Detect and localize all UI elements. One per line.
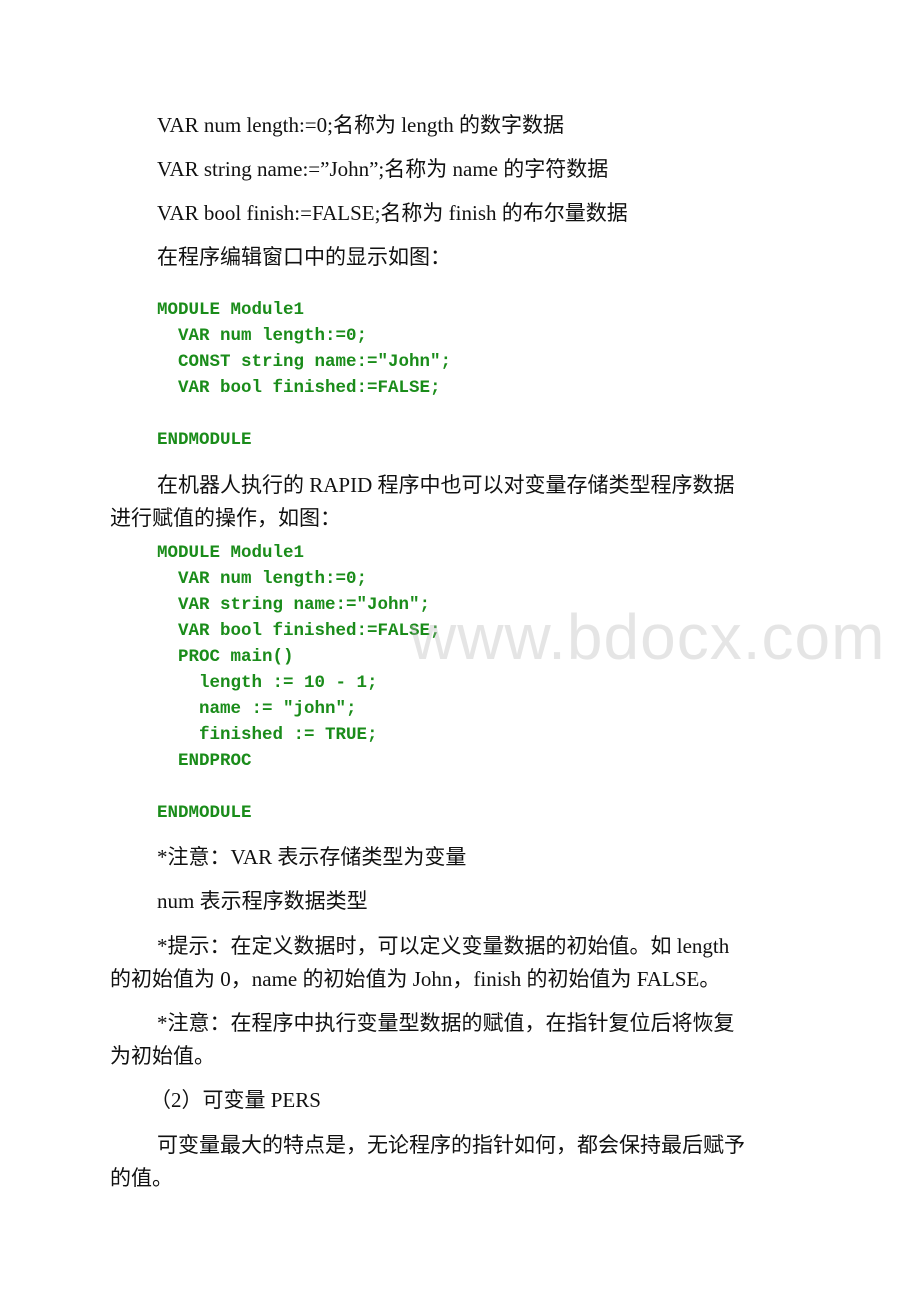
code-line: VAR bool finished:=FALSE; bbox=[157, 378, 441, 398]
code-line: CONST string name:="John"; bbox=[157, 352, 452, 372]
paragraph-rapid-assign-2: 进行赋值的操作，如图： bbox=[110, 506, 341, 530]
paragraph-pers-1: 可变量最大的特点是，无论程序的指针如何，都会保持最后赋予 bbox=[157, 1133, 745, 1157]
section-heading-pers: （2）可变量 PERS bbox=[150, 1088, 321, 1112]
code-line: finished := TRUE; bbox=[157, 725, 378, 745]
note-num-type: num 表示程序数据类型 bbox=[157, 889, 368, 913]
code-line: name := "john"; bbox=[157, 699, 357, 719]
paragraph-pers-2: 的值。 bbox=[110, 1166, 173, 1190]
code-line: MODULE Module1 bbox=[157, 543, 305, 563]
paragraph-var-bool: VAR bool finish:=FALSE;名称为 finish 的布尔量数据 bbox=[157, 201, 628, 225]
paragraph-var-num: VAR num length:=0;名称为 length 的数字数据 bbox=[157, 113, 564, 137]
code-line: VAR num length:=0; bbox=[157, 569, 368, 589]
document-page: VAR num length:=0;名称为 length 的数字数据 VAR s… bbox=[0, 0, 920, 1302]
note-reset-2: 为初始值。 bbox=[110, 1044, 215, 1068]
code-line: ENDMODULE bbox=[157, 430, 252, 450]
code-line: VAR string name:="John"; bbox=[157, 595, 431, 615]
code-line: VAR num length:=0; bbox=[157, 326, 368, 346]
code-line: PROC main() bbox=[157, 647, 294, 667]
tip-initial-value-2: 的初始值为 0，name 的初始值为 John，finish 的初始值为 FAL… bbox=[110, 967, 721, 991]
code-line: MODULE Module1 bbox=[157, 300, 305, 320]
watermark: www.bdocx.com bbox=[410, 601, 886, 673]
code-line: ENDMODULE bbox=[157, 803, 252, 823]
paragraph-var-string: VAR string name:=”John”;名称为 name 的字符数据 bbox=[157, 157, 609, 181]
code-line: ENDPROC bbox=[157, 751, 252, 771]
note-var-storage: *注意：VAR 表示存储类型为变量 bbox=[157, 845, 467, 869]
note-reset-1: *注意：在程序中执行变量型数据的赋值，在指针复位后将恢复 bbox=[157, 1011, 735, 1035]
code-line: length := 10 - 1; bbox=[157, 673, 378, 693]
code-line: VAR bool finished:=FALSE; bbox=[157, 621, 441, 641]
paragraph-editor-display: 在程序编辑窗口中的显示如图： bbox=[157, 245, 451, 269]
